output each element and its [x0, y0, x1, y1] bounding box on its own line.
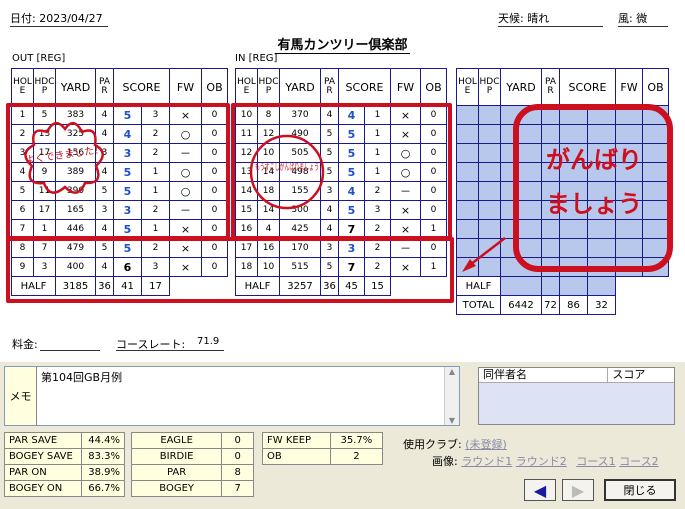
image-row: 画像: ラウンド1 ラウンド2 コース1 コース2 [432, 453, 659, 469]
stat-row: BOGEY 7 [130, 480, 254, 497]
image-label: 画像: [432, 455, 458, 468]
image-course1-link[interactable]: コース1 [576, 455, 615, 468]
stat-value: 83.3% [80, 448, 126, 465]
club-row: 使用クラブ: (未登録) [403, 436, 507, 452]
stat-label: OB [262, 448, 331, 465]
stats-right-table: FW KEEP 35.7% OB 2 [262, 432, 384, 465]
stat-value: 0 [221, 432, 254, 449]
stat-row: PAR 8 [130, 464, 254, 481]
club-label: 使用クラブ: [403, 438, 462, 451]
stat-value: 44.4% [80, 432, 126, 449]
stat-value: 66.7% [80, 480, 126, 497]
fee-label: 料金: [12, 338, 38, 351]
stat-label: PAR SAVE [4, 432, 82, 449]
annotation-layer: よくできました！ もうすこしがんばりましょう がんばり ましょう [24, 104, 673, 272]
scroll-up-icon[interactable]: ▲ [445, 367, 459, 376]
close-button[interactable]: 閉じる [604, 479, 676, 501]
stat-row: EAGLE 0 [130, 432, 254, 449]
stat-value: 38.9% [80, 464, 126, 481]
companion-name-header[interactable]: 同伴者名 [479, 368, 609, 382]
stat-value: 0 [221, 448, 254, 465]
stat-row: BOGEY ON 66.7% [4, 480, 126, 497]
scorecard-area: 日付: 2023/04/27 天候: 晴れ 風: 微 有馬カンツリー倶楽部 OU… [0, 0, 685, 362]
stat-label: EAGLE [130, 432, 223, 449]
stat-row: BIRDIE 0 [130, 448, 254, 465]
companion-score-header[interactable]: スコア [608, 368, 674, 382]
scorecard-window: 日付: 2023/04/27 天候: 晴れ 風: 微 有馬カンツリー倶楽部 OU… [0, 0, 685, 509]
stat-label: PAR [130, 464, 223, 481]
memo-label: メモ [5, 367, 37, 425]
memo-box[interactable]: メモ 第104回GB月例 ▲ ▼ [4, 366, 460, 426]
course-rating-underline [116, 350, 224, 351]
stat-label: BIRDIE [130, 448, 223, 465]
stat-label: BOGEY SAVE [4, 448, 82, 465]
circle-text: もうすこしがんばりましょう [255, 161, 319, 173]
stat-label: BOGEY [130, 480, 223, 497]
course-rating-value: 71.9 [197, 336, 220, 347]
stat-row: PAR ON 38.9% [4, 464, 126, 481]
stat-row: PAR SAVE 44.4% [4, 432, 126, 449]
next-button[interactable]: ▶ [562, 479, 594, 501]
stat-value: 35.7% [329, 432, 384, 449]
companion-list[interactable]: 同伴者名 スコア [478, 367, 675, 425]
fee-value-field [40, 350, 100, 351]
stat-row: FW KEEP 35.7% [262, 432, 384, 449]
image-round1-link[interactable]: ラウンド1 [461, 455, 512, 468]
stat-value: 2 [329, 448, 384, 465]
image-round2-link[interactable]: ラウンド2 [516, 455, 567, 468]
stats-left-table: PAR SAVE 44.4% BOGEY SAVE 83.3% PAR ON 38.9% B… [4, 432, 126, 497]
image-course2-link[interactable]: コース2 [619, 455, 658, 468]
box-text-line2: ましょう [546, 190, 642, 218]
scroll-down-icon[interactable]: ▼ [445, 416, 459, 425]
stat-label: BOGEY ON [4, 480, 82, 497]
stat-value: 8 [221, 464, 254, 481]
prev-button[interactable]: ◀ [524, 479, 556, 501]
memo-scrollbar[interactable]: ▲ ▼ [444, 367, 459, 425]
memo-text[interactable]: 第104回GB月例 [41, 369, 122, 385]
box-text-line1: がんばり [546, 146, 642, 174]
flower-text: よくできました！ [24, 144, 105, 167]
stat-label: PAR ON [4, 464, 82, 481]
encourage-box-icon [513, 104, 673, 272]
stats-mid-table: EAGLE 0 BIRDIE 0 PAR 8 BOGEY 7 [130, 432, 254, 497]
stat-row: OB 2 [262, 448, 384, 465]
club-link[interactable]: (未登録) [465, 438, 507, 451]
stat-row: BOGEY SAVE 83.3% [4, 448, 126, 465]
stat-value: 7 [221, 480, 254, 497]
stat-label: FW KEEP [262, 432, 331, 449]
